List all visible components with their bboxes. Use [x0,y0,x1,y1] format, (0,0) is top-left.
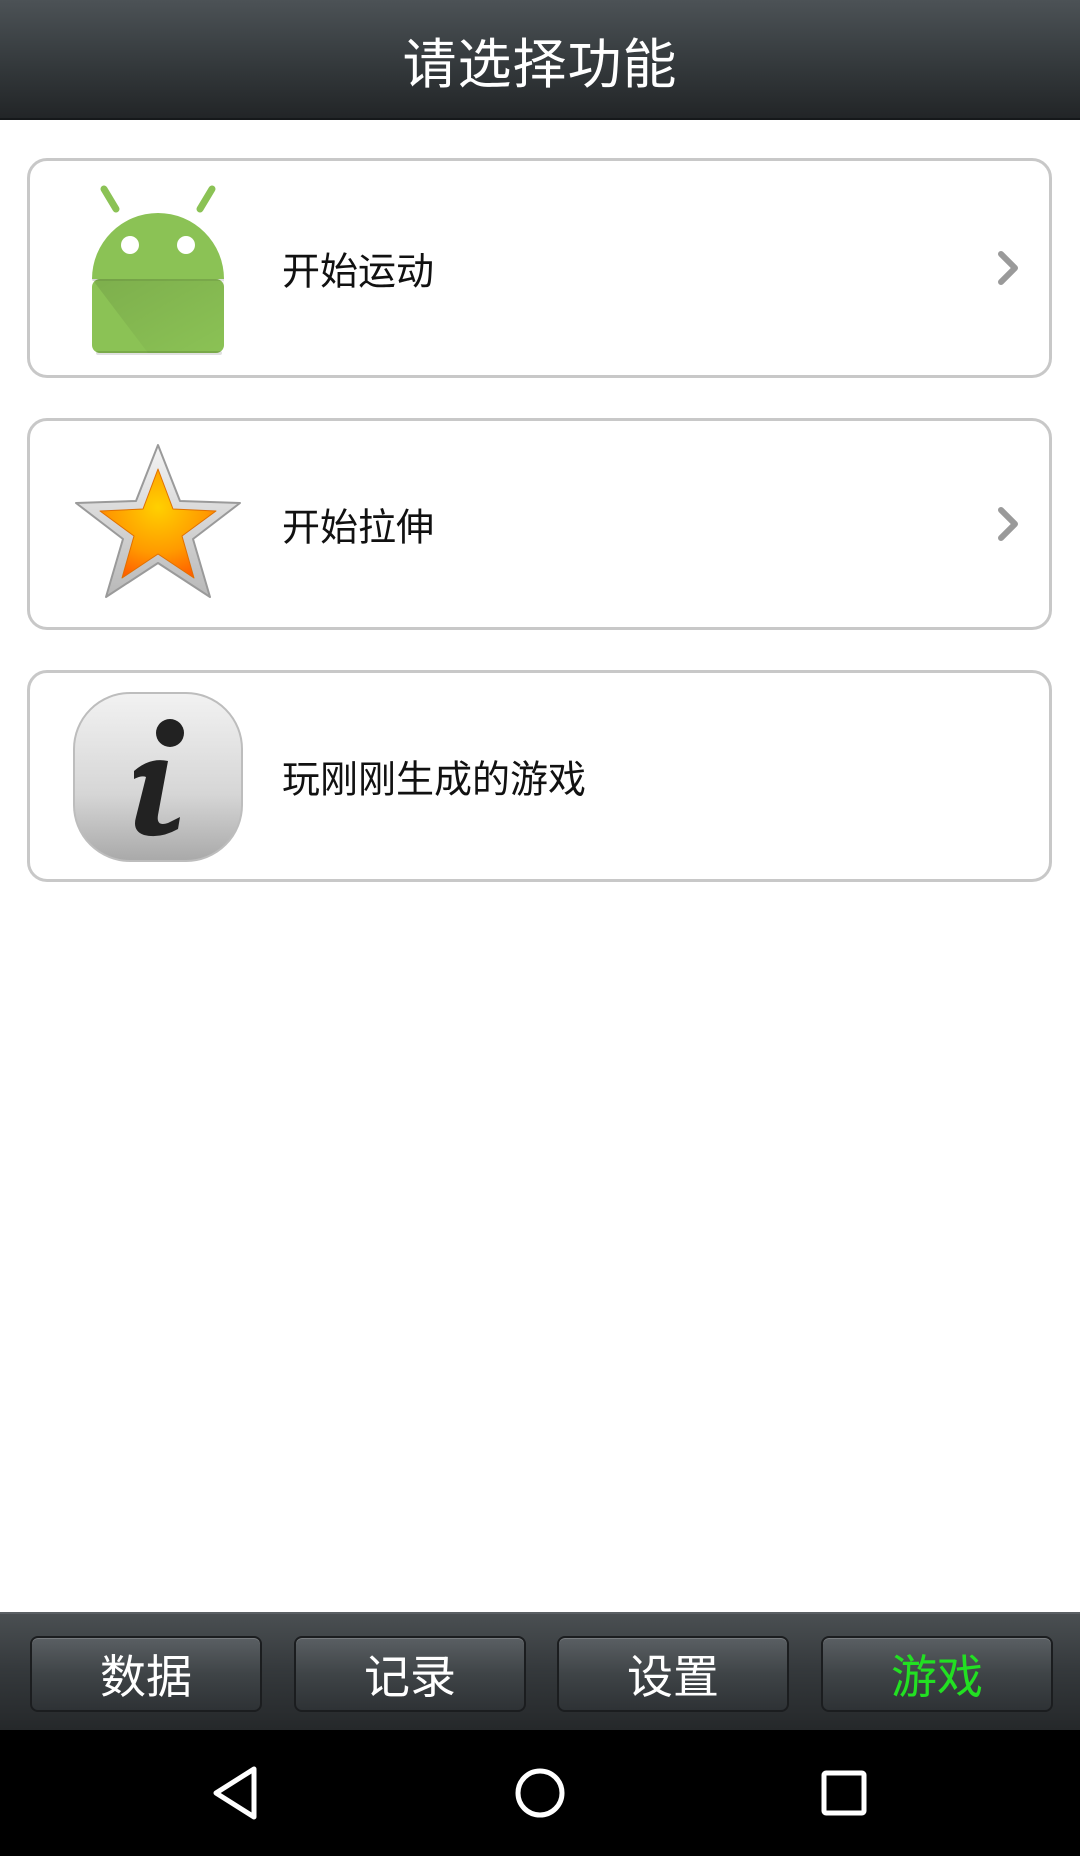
title-bar: 请选择功能 [0,0,1080,120]
recents-icon[interactable] [814,1763,874,1823]
android-robot-icon [92,185,224,355]
home-icon[interactable] [510,1763,570,1823]
tab-settings[interactable]: 设置 [557,1636,789,1712]
info-icon [73,692,243,862]
bottom-tab-bar: 数据 记录 设置 游戏 [0,1612,1080,1730]
tab-data[interactable]: 数据 [30,1636,262,1712]
menu-item-label: 开始拉伸 [282,505,435,550]
menu-item-start-stretch[interactable]: 开始拉伸 [27,418,1052,630]
system-nav-bar [0,1730,1080,1856]
back-icon[interactable] [206,1763,266,1823]
tab-game[interactable]: 游戏 [821,1636,1053,1712]
star-icon [75,444,241,598]
menu-item-label: 玩刚刚生成的游戏 [282,757,587,802]
page-title: 请选择功能 [402,32,678,96]
chevron-right-icon [998,251,1018,285]
menu-item-label: 开始运动 [282,249,435,294]
screen: 请选择功能 开始运动 开始拉伸 玩刚刚生成的游戏 数据 记录 设置 游戏 [0,0,1080,1856]
tab-records[interactable]: 记录 [294,1636,526,1712]
chevron-right-icon [998,507,1018,541]
menu-item-start-exercise[interactable]: 开始运动 [27,158,1052,378]
menu-item-play-game[interactable]: 玩刚刚生成的游戏 [27,670,1052,882]
